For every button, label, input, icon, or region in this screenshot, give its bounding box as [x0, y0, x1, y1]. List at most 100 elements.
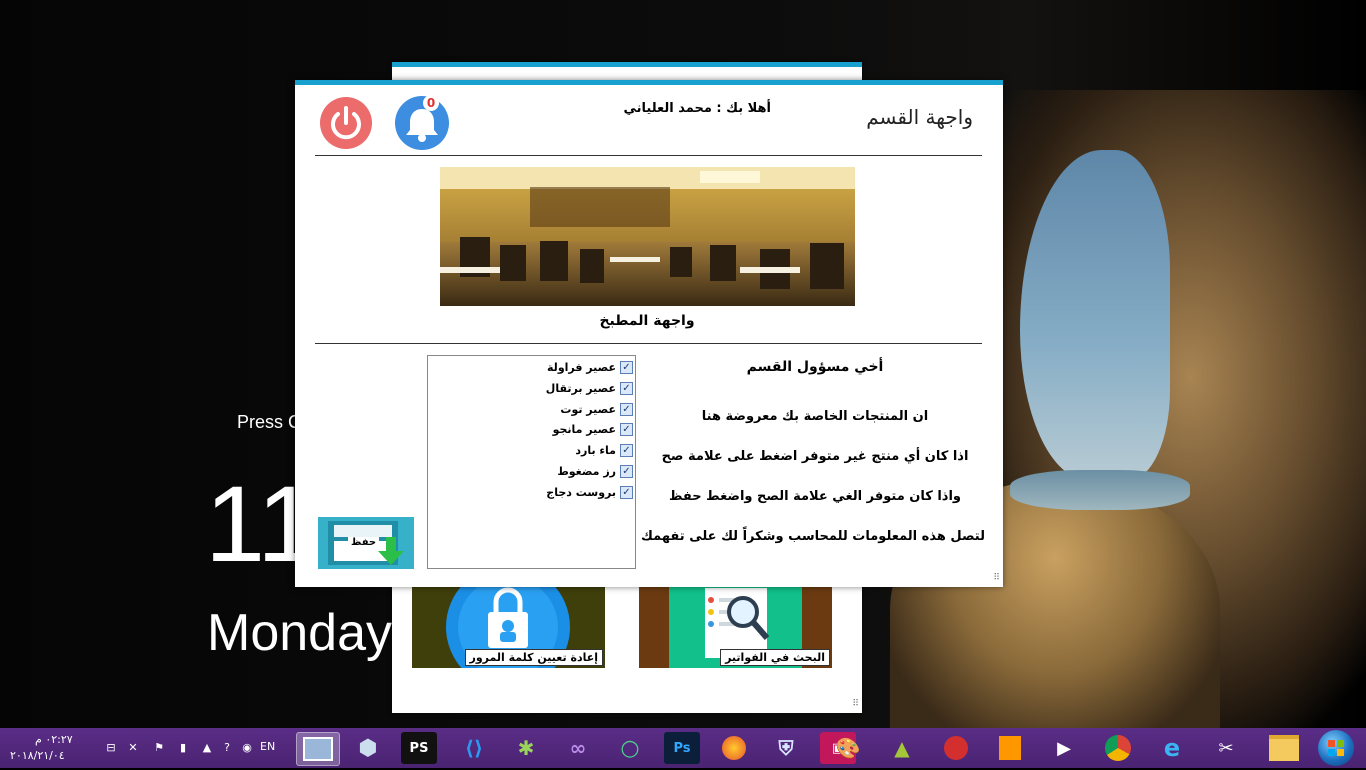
taskbar-phpstorm-app[interactable]: PS [401, 732, 437, 764]
instruction-line: اذا كان أي منتج غير متوفر اضغط على علامة… [661, 449, 969, 464]
clock-time[interactable]: ٠٢:٢٧ م [35, 733, 73, 746]
taskbar-ie-app[interactable]: e [1154, 732, 1190, 764]
language-indicator[interactable]: EN [260, 740, 275, 753]
welcome-text: أهلا بك : محمد العلياني [623, 101, 771, 116]
start-button[interactable] [1318, 730, 1354, 766]
list-item[interactable]: ✓ بروست دجاج [546, 483, 633, 502]
sea [1010, 470, 1190, 510]
red-circle-icon [944, 736, 968, 760]
instruction-heading: أخي مسؤول القسم [746, 359, 884, 375]
instruction-line: لتصل هذه المعلومات للمحاسب وشكراً لك على… [641, 529, 985, 544]
taskbar-touch-app[interactable]: ○ [612, 732, 648, 764]
power-button[interactable] [320, 97, 372, 149]
checkbox[interactable]: ✓ [620, 403, 633, 416]
tile-search-invoices[interactable]: البحث في الفواتير [639, 582, 832, 668]
shield-icon: ⛨ [778, 736, 794, 760]
taskbar-window-app[interactable] [296, 732, 340, 766]
products-checklist[interactable]: ✓ عصير فراولة ✓ عصير برتقال ✓ عصير توت ✓… [427, 355, 636, 569]
taskbar-settings-app[interactable]: ⬢ [350, 732, 386, 764]
tile-caption: إعادة تعيين كلمة المرور [464, 649, 603, 666]
checkbox[interactable]: ✓ [620, 465, 633, 478]
show-hidden-icons[interactable]: ▲ [200, 741, 214, 755]
bell-icon [406, 109, 438, 142]
vscode-icon: ⟨⟩ [464, 736, 484, 760]
checkbox[interactable]: ✓ [620, 423, 633, 436]
camera-icon: ▶ [1057, 737, 1071, 759]
resize-grip[interactable]: ⠿ [852, 699, 859, 709]
image-caption: واجهة المطبخ [599, 313, 695, 329]
checkbox[interactable]: ✓ [620, 444, 633, 457]
item-label: عصير توت [560, 403, 616, 416]
checkbox[interactable]: ✓ [620, 361, 633, 374]
firefox-icon [722, 736, 746, 760]
item-label: رز مضغوط [557, 465, 616, 478]
item-label: ماء بارد [575, 444, 616, 457]
taskbar-sublime-app[interactable] [992, 732, 1028, 764]
taskbar-paint-app[interactable]: 🎨 [830, 732, 866, 764]
taskbar-firefox-app[interactable] [716, 732, 752, 764]
hexagon-icon: ⬢ [358, 735, 378, 761]
lock-press-text: Press C [237, 412, 302, 432]
windows-logo-icon [1328, 740, 1344, 756]
list-item[interactable]: ✓ عصير برتقال [546, 379, 633, 398]
taskbar-explorer-app[interactable] [1262, 732, 1306, 764]
tools-icon: ✂ [1218, 737, 1234, 759]
watermark: مستقل [596, 660, 765, 714]
sync-icon[interactable]: ◉ [240, 741, 254, 755]
flag-icon[interactable]: ⚑ [152, 741, 166, 755]
save-label: حفظ [348, 537, 380, 548]
internet-explorer-icon: e [1163, 734, 1181, 762]
instruction-line: ان المنتجات الخاصة بك معروضة هنا [701, 409, 929, 424]
taskbar-camera-app[interactable]: ▶ [1046, 732, 1082, 764]
checkbox[interactable]: ✓ [620, 486, 633, 499]
taskbar-android-studio-app[interactable]: ▲ [884, 732, 920, 764]
list-item[interactable]: ✓ عصير توت [560, 400, 633, 419]
lock-day: Monday [207, 604, 392, 662]
list-item[interactable]: ✓ عصير فراولة [547, 358, 633, 377]
circle-icon: ○ [620, 735, 640, 761]
bug-icon: ✱ [517, 736, 535, 760]
item-label: عصير فراولة [547, 361, 616, 374]
taskbar-red-circle-app[interactable] [938, 732, 974, 764]
taskbar-tools-app[interactable]: ✂ [1208, 732, 1244, 764]
taskbar-chrome-app[interactable] [1100, 732, 1136, 764]
item-label: عصير مانجو [552, 423, 616, 436]
clock-date[interactable]: ٢٠١٨/٢١/٠٤ [10, 749, 65, 762]
power-icon [331, 106, 361, 140]
tile-reset-password[interactable]: إعادة تعيين كلمة المرور [412, 582, 605, 668]
taskbar-photoshop-app[interactable]: Ps [664, 732, 700, 764]
phpstorm-icon: PS [409, 740, 429, 756]
list-item[interactable]: ✓ رز مضغوط [557, 462, 633, 481]
notifications-button[interactable] [395, 96, 449, 150]
volume-muted-icon[interactable]: ✕ [126, 741, 140, 755]
taskbar-visual-studio-app[interactable]: ∞ [560, 732, 596, 764]
divider [315, 155, 982, 156]
list-item[interactable]: ✓ عصير مانجو [553, 420, 633, 439]
folder-icon [1269, 735, 1299, 761]
checkbox[interactable]: ✓ [620, 382, 633, 395]
resize-grip[interactable]: ⠿ [993, 573, 1000, 583]
system-tray: ٠٢:٢٧ م ٢٠١٨/٢١/٠٤ ⊟ ✕ ⚑ ▮ ▲ ? ◉ EN [0, 728, 290, 768]
divider [315, 343, 982, 344]
notification-count-badge: 0 [423, 95, 439, 111]
save-button[interactable]: حفظ [318, 517, 414, 569]
window-icon [303, 737, 333, 761]
help-icon[interactable]: ? [220, 741, 234, 755]
taskbar-vscode-app[interactable]: ⟨⟩ [456, 732, 492, 764]
item-label: عصير برتقال [545, 382, 616, 395]
taskbar-android-debug-app[interactable]: ✱ [508, 732, 544, 764]
instruction-line: واذا كان متوفر الغي علامة الصح واضغط حفظ [668, 489, 962, 504]
taskbar: ٠٢:٢٧ م ٢٠١٨/٢١/٠٤ ⊟ ✕ ⚑ ▮ ▲ ? ◉ EN ⬢ PS… [0, 728, 1366, 768]
section-window: 0 أهلا بك : محمد العلياني واجهة القسم وا… [295, 80, 1003, 587]
taskbar-shield-app[interactable]: ⛨ [768, 732, 804, 764]
battery-icon[interactable]: ▮ [176, 741, 190, 755]
list-item[interactable]: ✓ ماء بارد [575, 441, 633, 460]
palette-icon: 🎨 [835, 736, 861, 760]
chrome-icon [1105, 735, 1131, 761]
window-title: واجهة القسم [866, 105, 973, 129]
sublime-icon [999, 736, 1021, 760]
item-label: بروست دجاج [546, 486, 616, 499]
photoshop-icon: Ps [673, 740, 691, 756]
restaurant-image [440, 167, 855, 306]
network-icon[interactable]: ⊟ [104, 741, 118, 755]
